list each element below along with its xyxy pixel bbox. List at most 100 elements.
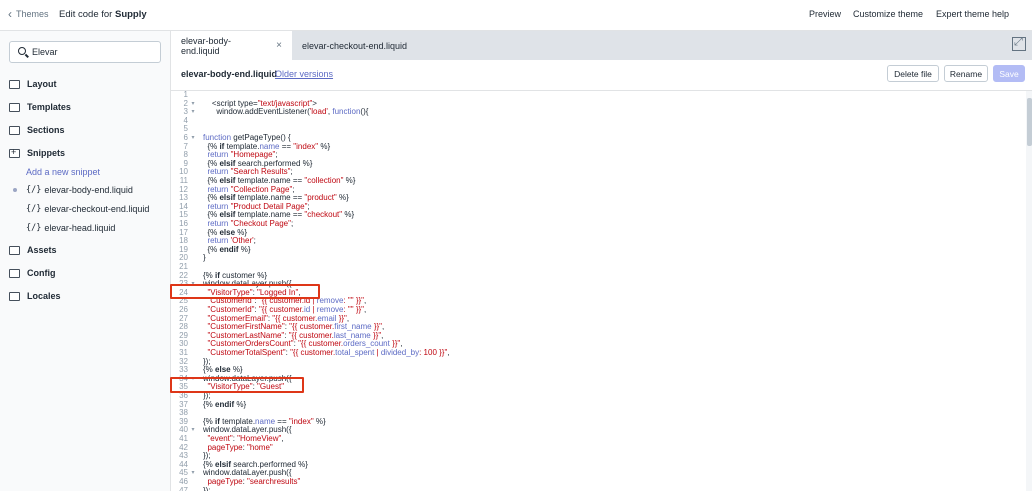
customize-theme-link[interactable]: Customize theme [853,9,923,19]
file-toolbar: elevar-body-end.liquid Older versions De… [171,60,1032,91]
search-input[interactable] [32,45,152,59]
older-versions-link[interactable]: Older versions [275,69,333,79]
code-token: ; [290,219,294,228]
fold-arrow-icon [188,229,198,238]
snippet-file-checkout-end[interactable]: {/} elevar-checkout-end.liquid [26,204,149,214]
fold-arrow-icon [188,203,198,212]
fold-arrow-icon [188,401,198,410]
tab-elevar-checkout-end[interactable]: elevar-checkout-end.liquid [292,31,417,60]
folder-label: Config [27,268,56,278]
close-icon[interactable]: × [276,40,282,51]
code-token: divided_by [380,348,420,357]
code-text: } [203,254,206,263]
fold-arrow-icon [188,272,198,281]
line-number: 47 [179,485,188,491]
code-line[interactable]: 31 "CustomerTotalSpent": "{{ customer.to… [171,348,449,358]
editor-scrollbar[interactable] [1026,91,1032,491]
active-file-indicator [13,188,17,192]
fold-arrow-icon [188,151,198,160]
folder-label: Templates [27,102,71,112]
snippet-label: elevar-checkout-end.liquid [44,204,150,214]
code-line[interactable]: 20} [171,254,206,263]
code-token: %} [238,244,251,254]
code-snippet-icon: {/} [26,185,42,195]
folder-icon [9,102,20,112]
folder-icon [9,79,20,89]
fold-arrow-icon [188,117,198,126]
code-token: "index" [293,141,319,151]
file-search[interactable] [9,41,161,63]
add-snippet-link[interactable]: Add a new snippet [26,167,100,177]
delete-file-button[interactable]: Delete file [887,65,939,82]
code-token: endif [215,399,235,409]
folder-locales[interactable]: Locales [9,291,61,301]
code-token: "{{ customer. [290,348,336,357]
editor-scrollbar-thumb[interactable] [1027,98,1032,146]
expert-theme-help-link[interactable]: Expert theme help [936,9,1009,19]
fold-arrow-icon [188,143,198,152]
folder-open-icon [9,147,20,158]
fold-arrow-icon [188,409,198,418]
folder-templates[interactable]: Templates [9,102,71,112]
code-token: endif [219,244,239,254]
code-snippet-icon: {/} [26,223,42,233]
code-token: , [364,305,367,314]
folder-layout[interactable]: Layout [9,79,57,89]
snippet-file-head[interactable]: {/} elevar-head.liquid [26,223,115,233]
snippet-label: elevar-head.liquid [44,223,116,233]
snippet-file-body-end[interactable]: {/} elevar-body-end.liquid [26,185,133,195]
folder-sections[interactable]: Sections [9,125,65,135]
code-line[interactable]: 47}); [171,485,211,491]
code-line[interactable]: 46 pageType: "searchresults" [171,477,301,487]
current-file-name: elevar-body-end.liquid [181,69,278,79]
code-token: }); [203,485,211,491]
back-to-themes-link[interactable]: ‹ Themes [8,8,49,20]
code-token: total_spent [335,348,375,357]
fold-arrow-icon [188,392,198,401]
fullscreen-icon[interactable] [1012,36,1026,51]
rename-button[interactable]: Rename [944,65,988,82]
code-text: pageType: "home" [203,442,273,453]
page-title: Edit code for Supply [59,9,147,20]
code-token: "CustomerTotalSpent" [207,348,286,357]
code-text: }); [203,485,211,491]
fold-arrow-icon[interactable]: ▾ [188,108,198,117]
fold-arrow-icon[interactable]: ▾ [188,134,198,143]
code-token: "home" [247,442,273,452]
code-text: {% endif %} [203,244,251,255]
fold-arrow-icon [188,452,198,461]
fold-arrow-icon [188,220,198,229]
fold-arrow-icon [188,340,198,349]
code-token: {% [203,399,216,409]
code-token: window.addEventListener( [203,107,310,117]
preview-link[interactable]: Preview [809,9,841,19]
code-token: "collection" [304,176,344,185]
fold-arrow-icon [188,358,198,367]
fold-arrow-icon [188,160,198,169]
fold-arrow-icon [188,435,198,444]
folder-assets[interactable]: Assets [9,245,57,255]
title-prefix: Edit code for [59,9,115,20]
fold-arrow-icon [188,263,198,272]
code-token: "checkout" [304,210,343,220]
fold-arrow-icon [188,349,198,358]
folder-snippets[interactable]: Snippets [9,147,65,158]
code-text: {% endif %} [203,399,246,410]
file-sidebar: Layout Templates Sections Snippets Add a… [0,31,171,491]
fold-arrow-icon [188,332,198,341]
fold-arrow-icon[interactable]: ▾ [188,100,198,109]
fold-arrow-icon[interactable]: ▾ [188,469,198,478]
fold-arrow-icon[interactable]: ▾ [188,426,198,435]
code-text: pageType: "searchresults" [203,477,301,487]
code-line[interactable]: 3 ▾ window.addEventListener('load', funct… [171,107,369,117]
code-token: ; [253,236,256,246]
save-button[interactable]: Save [993,65,1025,82]
fold-arrow-icon [188,366,198,375]
folder-config[interactable]: Config [9,268,56,278]
tab-elevar-body-end[interactable]: elevar-body-end.liquid × [171,31,292,60]
fold-arrow-icon [188,478,198,487]
code-token: "searchresults" [247,477,301,486]
tab-label: elevar-checkout-end.liquid [302,40,408,51]
fold-arrow-icon [188,418,198,427]
fold-arrow-icon [188,211,198,220]
